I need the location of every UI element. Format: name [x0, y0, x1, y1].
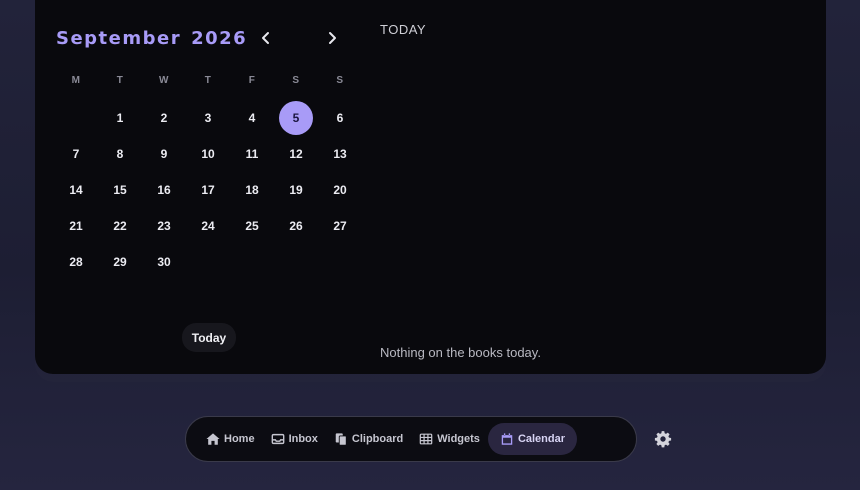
clipboard-icon — [335, 433, 347, 446]
day-number: 23 — [157, 219, 171, 233]
day-number: 5 — [279, 101, 313, 135]
day-number: 11 — [245, 147, 259, 161]
day-cell[interactable]: 9 — [142, 136, 186, 172]
day-number: 7 — [72, 147, 80, 161]
next-month-button[interactable] — [321, 27, 343, 49]
dock-item-label: Clipboard — [351, 433, 404, 445]
weekday-label: T — [204, 75, 212, 86]
day-number: 19 — [289, 183, 303, 197]
day-cell[interactable]: 29 — [98, 244, 142, 280]
weekday-label: W — [159, 75, 169, 86]
day-cell[interactable]: 3 — [186, 100, 230, 136]
day-cell[interactable]: 18 — [230, 172, 274, 208]
day-cell[interactable]: 4 — [230, 100, 274, 136]
day-cell[interactable]: 24 — [186, 208, 230, 244]
day-cell[interactable]: 19 — [274, 172, 318, 208]
day-cell[interactable]: 17 — [186, 172, 230, 208]
day-cell[interactable]: 5 — [274, 100, 318, 136]
weekday-header: MTWTFSS — [54, 75, 362, 86]
day-number: 18 — [245, 183, 259, 197]
day-cell[interactable]: 10 — [186, 136, 230, 172]
home-icon — [206, 433, 220, 445]
day-number: 2 — [160, 111, 168, 125]
day-number: 26 — [289, 219, 303, 233]
day-cell[interactable]: 12 — [274, 136, 318, 172]
month-label: September — [56, 28, 182, 49]
agenda-heading: TODAY — [380, 22, 427, 37]
day-number: 17 — [201, 183, 215, 197]
previous-month-button[interactable] — [255, 27, 277, 49]
day-cell[interactable]: 26 — [274, 208, 318, 244]
day-cell[interactable]: 8 — [98, 136, 142, 172]
day-number: 8 — [116, 147, 124, 161]
day-cell[interactable]: 23 — [142, 208, 186, 244]
dock-item-label: Home — [224, 433, 255, 445]
day-blank — [54, 100, 98, 136]
day-number: 10 — [201, 147, 215, 161]
dock-item-inbox[interactable]: Inbox — [263, 423, 326, 455]
day-number: 16 — [157, 183, 171, 197]
gear-icon[interactable] — [654, 430, 672, 448]
weekday-label: T — [116, 75, 124, 86]
day-cell[interactable]: 15 — [98, 172, 142, 208]
day-cell[interactable]: 27 — [318, 208, 362, 244]
agenda-empty-message: Nothing on the books today. — [380, 345, 541, 360]
today-button[interactable]: Today — [182, 323, 236, 352]
day-number: 6 — [336, 111, 344, 125]
day-number: 21 — [69, 219, 83, 233]
dock-item-calendar[interactable]: Calendar — [487, 423, 578, 455]
day-cell[interactable]: 25 — [230, 208, 274, 244]
day-number: 30 — [157, 255, 171, 269]
chevron-right-icon — [329, 32, 336, 44]
day-number: 20 — [333, 183, 347, 197]
day-grid: 1 2 3 4 5 6 7 8 9 10 11 12 13 14 15 16 17 18 19 20 21 22 23 24 2… — [54, 100, 362, 280]
weekday-label: S — [292, 75, 300, 86]
day-number: 9 — [160, 147, 168, 161]
day-number: 28 — [69, 255, 83, 269]
day-cell[interactable]: 2 — [142, 100, 186, 136]
weekday-label: F — [248, 75, 256, 86]
day-number: 27 — [333, 219, 347, 233]
day-number: 29 — [113, 255, 127, 269]
calendar-icon — [501, 433, 513, 445]
day-number: 3 — [204, 111, 212, 125]
year-label: 2026 — [191, 28, 248, 49]
dock-bar: Home Inbox Clipboard Widgets Calendar — [185, 416, 637, 462]
day-number: 13 — [333, 147, 347, 161]
day-cell[interactable]: 6 — [318, 100, 362, 136]
day-number: 25 — [245, 219, 259, 233]
day-number: 1 — [116, 111, 124, 125]
day-cell[interactable]: 16 — [142, 172, 186, 208]
day-number: 12 — [289, 147, 303, 161]
day-cell[interactable]: 13 — [318, 136, 362, 172]
day-cell[interactable]: 21 — [54, 208, 98, 244]
day-number: 24 — [201, 219, 215, 233]
day-cell[interactable]: 7 — [54, 136, 98, 172]
weekday-label: S — [336, 75, 344, 86]
day-cell[interactable]: 30 — [142, 244, 186, 280]
table-icon — [419, 433, 433, 445]
dock-item-label: Widgets — [437, 433, 480, 445]
weekday-label: M — [71, 75, 81, 86]
month-year-title: September 2026 — [56, 28, 247, 49]
dock-item-label: Calendar — [517, 433, 566, 445]
chevron-left-icon — [262, 32, 269, 44]
day-number: 4 — [248, 111, 256, 125]
day-cell[interactable]: 20 — [318, 172, 362, 208]
dock-item-label: Inbox — [288, 433, 318, 445]
day-number: 15 — [113, 183, 127, 197]
day-number: 14 — [69, 183, 83, 197]
day-number: 22 — [113, 219, 127, 233]
dock-item-widgets[interactable]: Widgets — [411, 423, 488, 455]
inbox-icon — [271, 433, 284, 445]
dock-item-clipboard[interactable]: Clipboard — [326, 423, 411, 455]
day-cell[interactable]: 28 — [54, 244, 98, 280]
day-cell[interactable]: 14 — [54, 172, 98, 208]
day-cell[interactable]: 22 — [98, 208, 142, 244]
day-cell[interactable]: 1 — [98, 100, 142, 136]
dock-item-home[interactable]: Home — [198, 423, 263, 455]
day-cell[interactable]: 11 — [230, 136, 274, 172]
